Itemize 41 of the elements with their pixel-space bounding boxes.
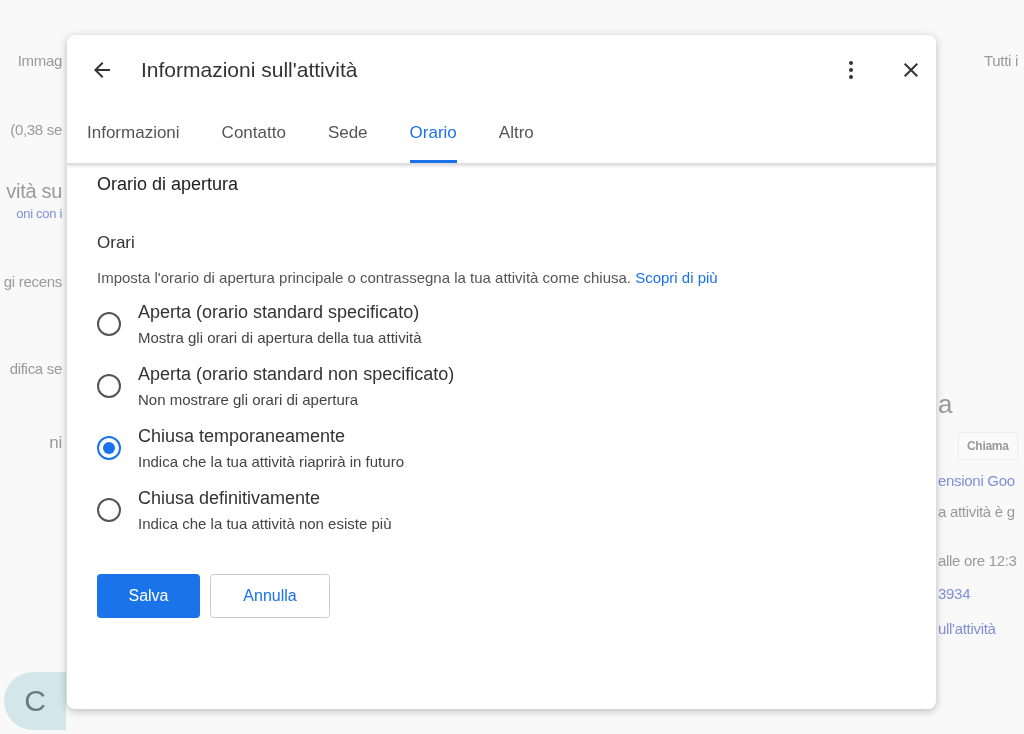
background-text: (0,38 se <box>10 121 62 138</box>
more-options-icon <box>849 61 853 79</box>
background-button[interactable]: Chiama <box>958 432 1018 460</box>
background-heading: a <box>938 389 953 420</box>
option-label: Aperta (orario standard non specificato) <box>138 364 455 385</box>
background-text: ni <box>49 433 62 453</box>
background-action: difica se <box>9 360 62 377</box>
subtitle: Orari <box>97 233 135 253</box>
filter-chip[interactable]: Tutti i <box>984 52 1019 69</box>
background-link[interactable]: ull'attività <box>938 620 996 637</box>
background-link[interactable]: ensioni Goo <box>938 472 1015 489</box>
save-button[interactable]: Salva <box>97 574 200 618</box>
tab[interactable]: Informazioni <box>87 105 198 163</box>
learn-more-link[interactable]: Scopri di più <box>635 269 718 286</box>
radio-button[interactable] <box>97 436 121 460</box>
avatar: C <box>4 672 66 730</box>
option-hint: Indica che la tua attività non esiste più <box>138 515 392 532</box>
filter-chip[interactable]: Immag <box>17 52 62 69</box>
radio-button[interactable] <box>97 498 121 522</box>
tab[interactable]: Sede <box>327 105 386 163</box>
option-label: Chiusa definitivamente <box>138 488 321 509</box>
option-label: Aperta (orario standard specificato) <box>138 302 420 323</box>
tab[interactable]: Altro <box>498 105 552 163</box>
background-heading: vità su <box>6 180 62 203</box>
cancel-button[interactable]: Annulla <box>210 574 330 618</box>
dialog-title: Informazioni sull'attività <box>141 58 359 82</box>
background-text: alle ore 12:3 <box>938 552 1017 569</box>
section-title: Orario di apertura <box>97 174 239 195</box>
background-link[interactable]: 3934 <box>938 585 971 602</box>
tab[interactable]: Orario <box>409 105 457 163</box>
option-hint: Indica che la tua attività riaprirà in futuro <box>138 453 404 470</box>
option-hint: Non mostrare gli orari di apertura <box>138 391 359 408</box>
background-text: a attività è g <box>938 503 1015 520</box>
option-hint: Mostra gli orari di apertura della tua attività <box>138 329 422 346</box>
description: Imposta l'orario di apertura principale o contrassegna la tua attività come chiusa. <box>97 269 631 286</box>
tab[interactable]: Contatto <box>221 105 304 163</box>
background-link[interactable]: oni con i <box>16 206 62 221</box>
option-label: Chiusa temporaneamente <box>138 426 346 447</box>
background-action: gi recens <box>3 273 62 290</box>
radio-button[interactable] <box>97 312 121 336</box>
radio-button[interactable] <box>97 374 121 398</box>
